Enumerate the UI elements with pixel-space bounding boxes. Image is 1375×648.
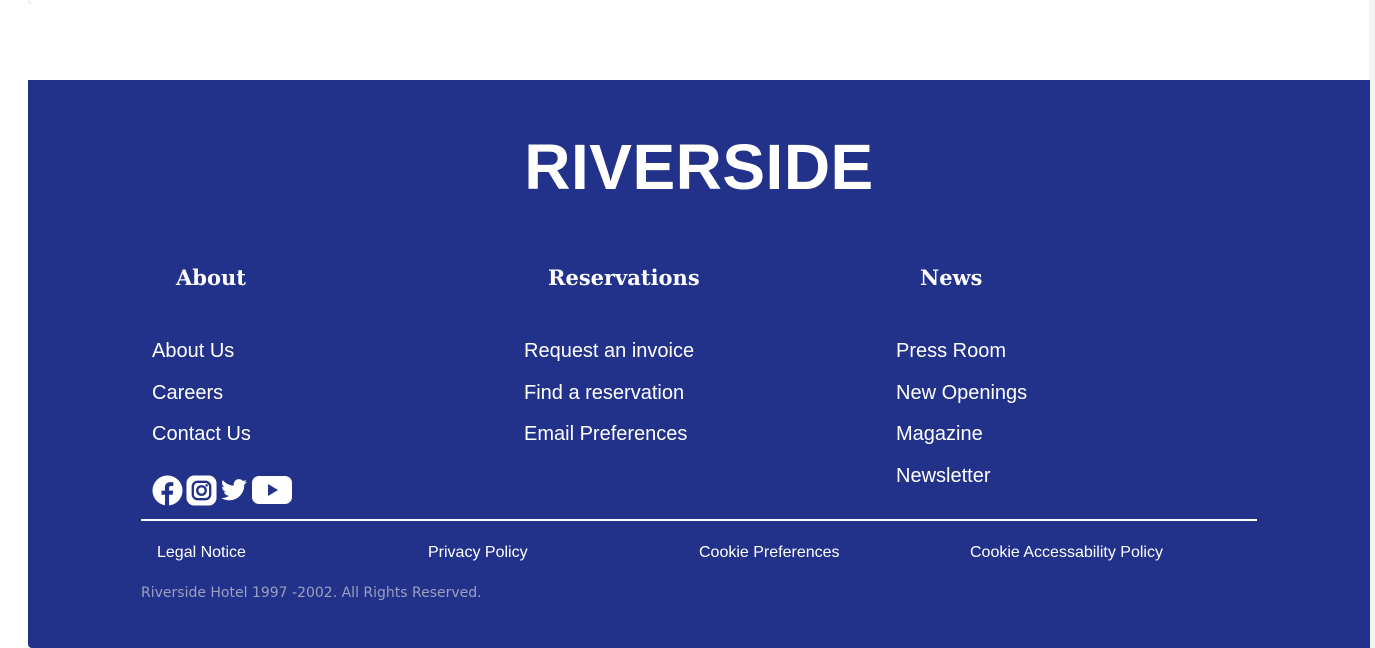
footer-link-newsletter[interactable]: Newsletter <box>896 456 1027 498</box>
youtube-icon[interactable] <box>252 475 292 506</box>
legal-notice-link[interactable]: Legal Notice <box>157 543 246 563</box>
content-card-corner <box>28 0 32 4</box>
footer-column-about: About About Us Careers Contact Us <box>152 265 452 445</box>
facebook-icon[interactable] <box>152 474 183 506</box>
footer-column-reservations: Reservations Request an invoice Find a r… <box>524 265 824 445</box>
page: RIVERSIDE About About Us Careers Contact… <box>0 0 1375 648</box>
footer-divider <box>141 519 1257 521</box>
footer-link-find-reservation[interactable]: Find a reservation <box>524 373 694 415</box>
social-links <box>152 474 292 506</box>
footer-column-heading: Reservations <box>548 265 700 290</box>
footer-column-news: News Press Room New Openings Magazine Ne… <box>896 265 1196 487</box>
footer-link-list: Press Room New Openings Magazine Newslet… <box>896 331 1027 497</box>
twitter-icon[interactable] <box>221 475 247 506</box>
footer-link-request-invoice[interactable]: Request an invoice <box>524 331 694 373</box>
instagram-icon[interactable] <box>186 474 217 506</box>
privacy-policy-link[interactable]: Privacy Policy <box>428 543 528 563</box>
cookie-preferences-link[interactable]: Cookie Preferences <box>699 543 840 563</box>
site-footer: RIVERSIDE About About Us Careers Contact… <box>28 80 1370 648</box>
footer-link-careers[interactable]: Careers <box>152 373 251 415</box>
footer-link-new-openings[interactable]: New Openings <box>896 373 1027 415</box>
cookie-accessibility-policy-link[interactable]: Cookie Accessability Policy <box>970 543 1163 563</box>
footer-brand-logo[interactable]: RIVERSIDE <box>28 132 1370 202</box>
footer-column-heading: News <box>920 265 983 290</box>
footer-link-list: Request an invoice Find a reservation Em… <box>524 331 694 456</box>
copyright-text: Riverside Hotel 1997 -2002. All Rights R… <box>141 585 482 601</box>
footer-link-about-us[interactable]: About Us <box>152 331 251 373</box>
footer-link-magazine[interactable]: Magazine <box>896 414 1027 456</box>
footer-link-email-preferences[interactable]: Email Preferences <box>524 414 694 456</box>
footer-link-contact-us[interactable]: Contact Us <box>152 414 251 456</box>
footer-link-press-room[interactable]: Press Room <box>896 331 1027 373</box>
footer-column-heading: About <box>176 265 246 290</box>
footer-link-list: About Us Careers Contact Us <box>152 331 251 456</box>
